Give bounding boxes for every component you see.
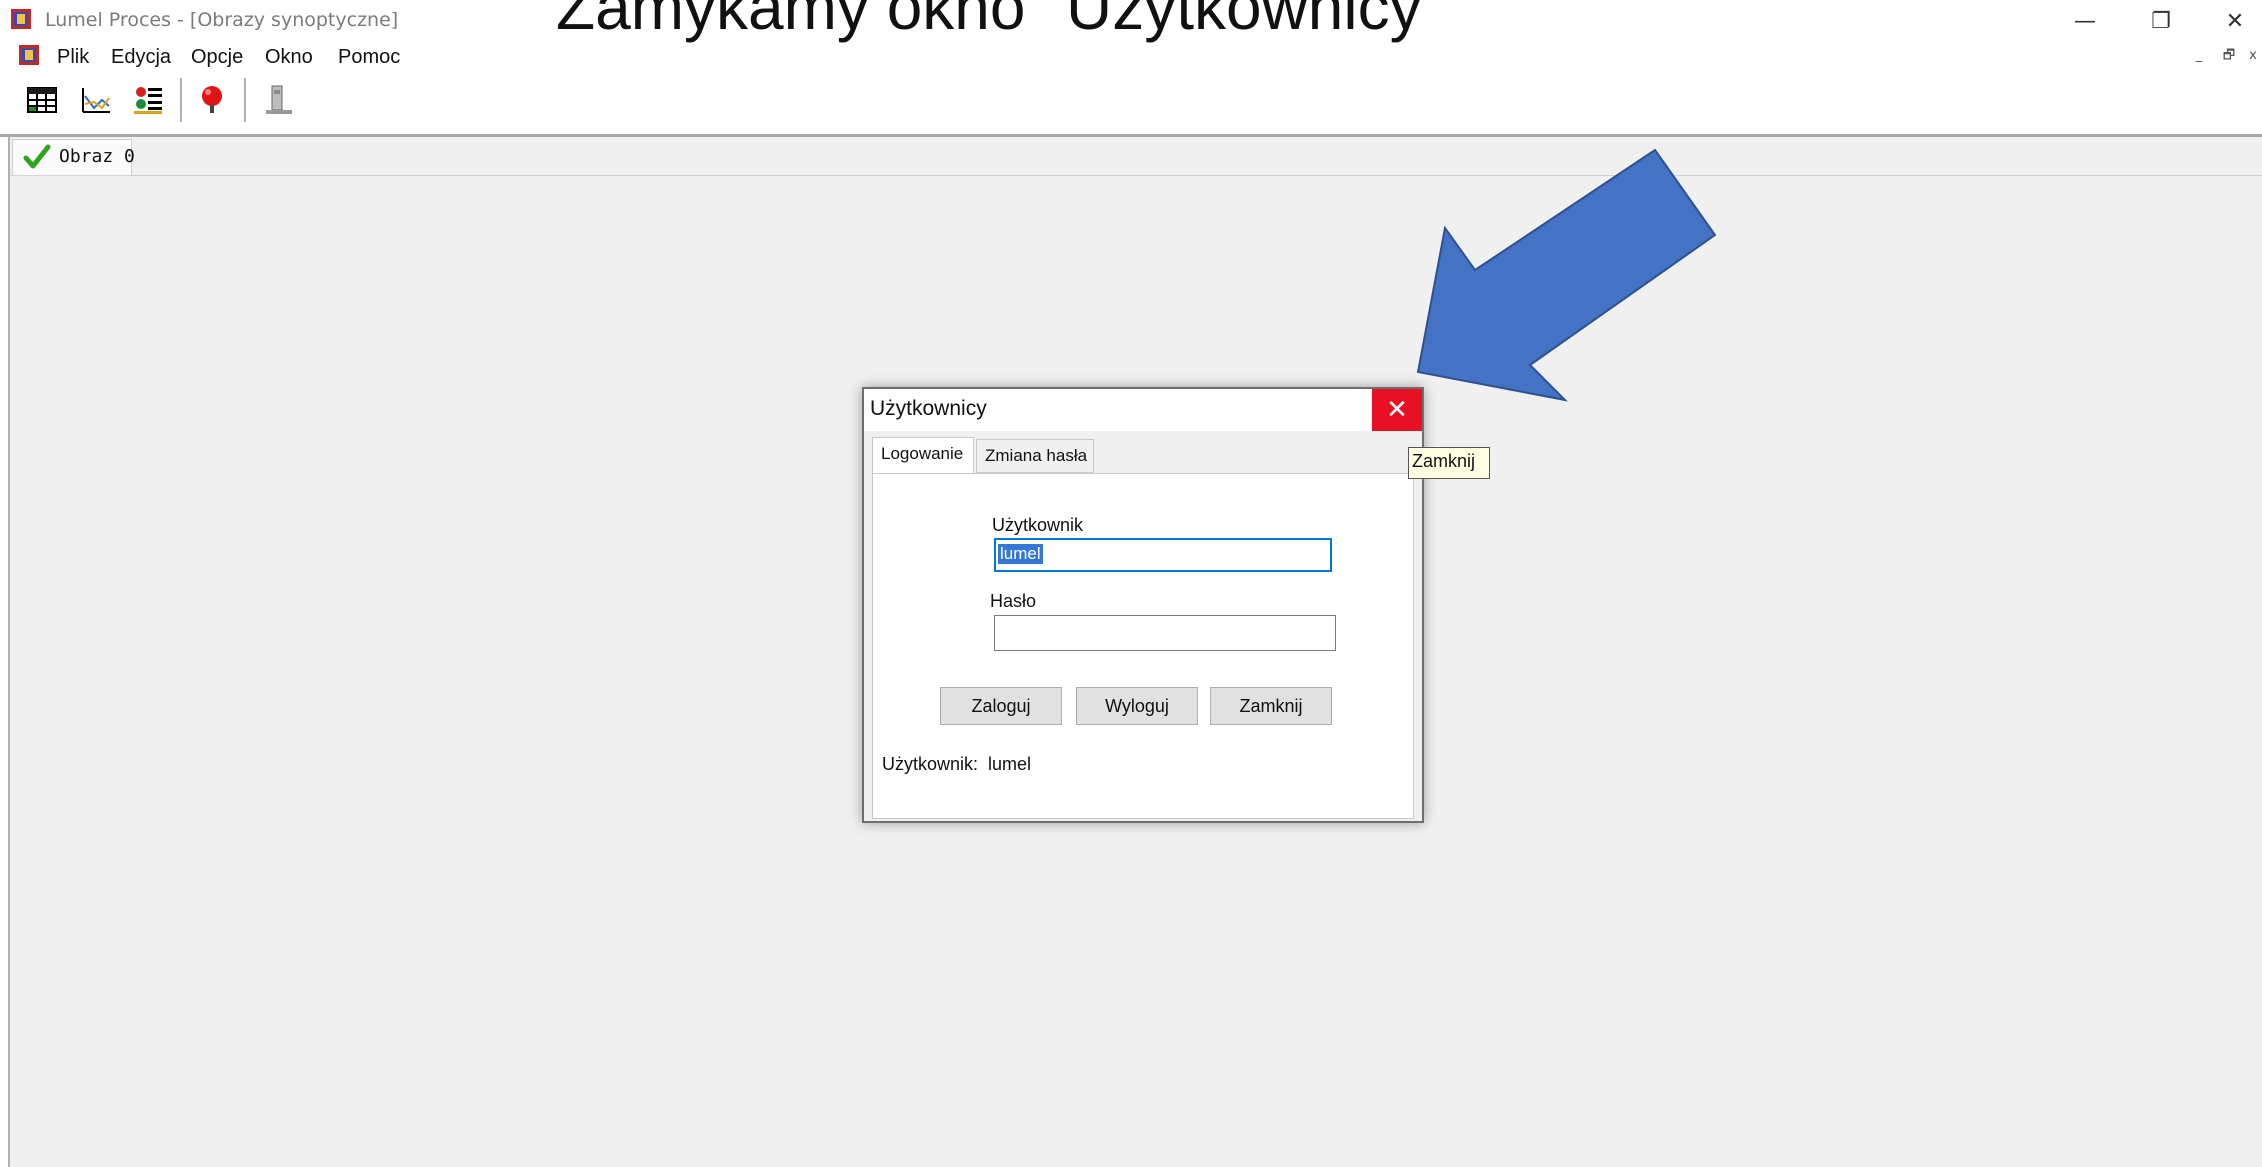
pointer-arrow-icon xyxy=(1400,140,1740,410)
alarm-list-icon[interactable] xyxy=(132,84,164,116)
password-label: Hasło xyxy=(990,591,1037,611)
red-pin-icon[interactable] xyxy=(196,84,228,116)
table-icon[interactable] xyxy=(26,84,58,116)
tab-logowanie[interactable]: Logowanie xyxy=(872,437,974,473)
dialog-title: Użytkownicy xyxy=(870,397,987,420)
user-input[interactable]: lumel xyxy=(994,538,1332,572)
window-restore-button[interactable]: ❐ xyxy=(2126,2,2196,40)
window-close-button[interactable]: ✕ xyxy=(2200,2,2262,40)
menu-pomoc[interactable]: Pomoc xyxy=(338,46,400,69)
login-button[interactable]: Zaloguj xyxy=(940,687,1062,725)
chart-icon[interactable] xyxy=(80,84,112,116)
app-icon xyxy=(10,8,32,30)
menu-edycja[interactable]: Edycja xyxy=(111,46,171,69)
logout-button[interactable]: Wyloguj xyxy=(1076,687,1198,725)
document-icon[interactable] xyxy=(18,44,40,66)
tab-strip xyxy=(10,137,2262,176)
overlay-heading: Zamykamy okno "Użytkownicy" xyxy=(556,0,1445,43)
tab-obraz-0[interactable]: Obraz 0 xyxy=(12,139,135,175)
current-user-label: Użytkownik: xyxy=(882,754,979,774)
user-input-value: lumel xyxy=(998,544,1043,564)
toolbar-separator xyxy=(244,78,246,122)
password-input[interactable] xyxy=(994,615,1336,651)
mdi-close-button[interactable]: x xyxy=(2244,48,2262,64)
device-icon[interactable] xyxy=(262,84,294,116)
mdi-minimize-button[interactable]: _ xyxy=(2190,48,2208,64)
close-button[interactable]: Zamknij xyxy=(1210,687,1332,725)
toolbar xyxy=(0,72,2262,137)
menu-okno[interactable]: Okno xyxy=(265,46,313,69)
menu-opcje[interactable]: Opcje xyxy=(191,46,243,69)
dialog-close-button[interactable]: ✕ xyxy=(1372,389,1422,431)
current-user-value: lumel xyxy=(988,754,1032,774)
green-check-icon xyxy=(23,143,51,171)
tab-zmiana-hasla[interactable]: Zmiana hasła xyxy=(976,439,1094,473)
toolbar-separator xyxy=(180,78,182,122)
users-dialog: Użytkownicy ✕ Logowanie Zmiana hasła Uży… xyxy=(862,387,1424,823)
mdi-restore-button[interactable]: 🗗 xyxy=(2220,48,2238,64)
window-minimize-button[interactable]: — xyxy=(2050,2,2120,40)
window-title: Lumel Proces - [Obrazy synoptyczne] xyxy=(45,9,399,31)
user-label: Użytkownik xyxy=(992,515,1084,535)
tab-label: Obraz 0 xyxy=(59,146,135,167)
menu-plik[interactable]: Plik xyxy=(57,46,89,69)
close-tooltip: Zamknij xyxy=(1408,447,1490,479)
